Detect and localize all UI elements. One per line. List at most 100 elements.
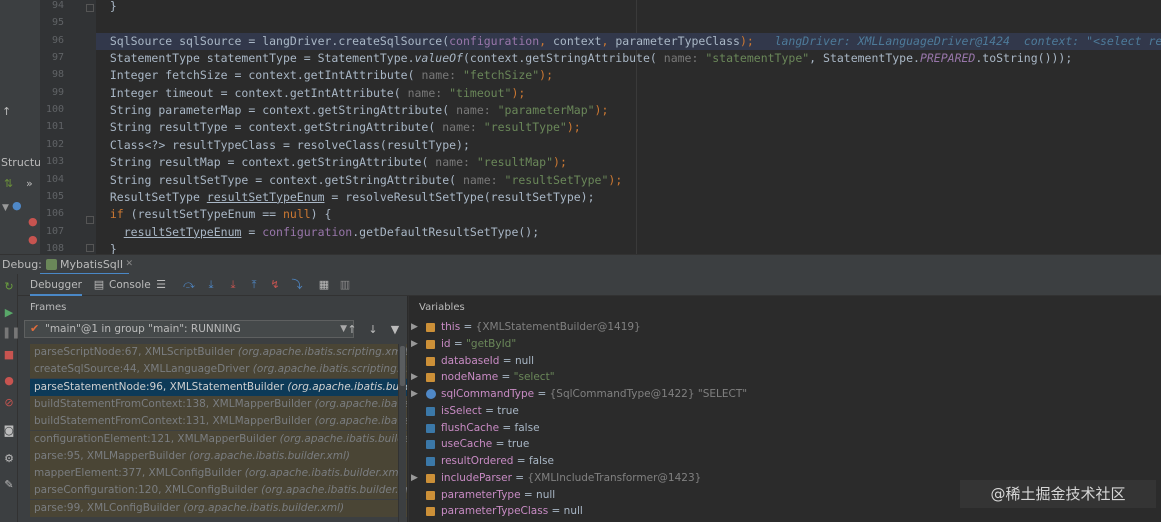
expand-arrow-icon[interactable]: ▶ <box>411 336 418 353</box>
expand-arrow-icon[interactable]: ▶ <box>411 386 418 403</box>
frame-package: (org.apache.ibatis.builder.xml) <box>314 415 407 428</box>
step-over-icon[interactable]: ⤓ <box>204 278 218 292</box>
line-number[interactable]: 101 <box>40 121 64 132</box>
frame-item[interactable]: buildStatementFromContext:131, XMLMapper… <box>30 413 407 431</box>
prim-icon <box>426 457 435 466</box>
frames-scrollbar[interactable] <box>398 344 406 522</box>
line-number[interactable]: 95 <box>40 17 64 28</box>
settings-icon[interactable]: ⚙ <box>2 452 16 466</box>
frame-item-selected[interactable]: parseStatementNode:96, XMLStatementBuild… <box>30 378 407 396</box>
line-number[interactable]: 97 <box>40 52 64 63</box>
frame-package: (org.apache.ibatis.builder.xml) <box>189 449 350 462</box>
view-breakpoints-icon[interactable]: ● <box>2 374 16 388</box>
line-number[interactable]: 103 <box>40 156 64 167</box>
code-line[interactable]: } <box>96 0 1161 15</box>
structure-tab-label[interactable]: Structu <box>1 156 41 169</box>
line-number[interactable]: 98 <box>40 69 64 80</box>
code-token: ); <box>553 155 567 170</box>
up-arrow-icon[interactable]: ↑ <box>345 323 359 337</box>
line-number[interactable]: 94 <box>40 0 64 11</box>
code-line[interactable]: Class<?> resultTypeClass = resolveClass(… <box>96 137 1161 154</box>
code-editor[interactable]: } SqlSource sqlSource = langDriver.creat… <box>96 0 1161 254</box>
mute-breakpoints-icon[interactable]: ⊘ <box>2 396 16 410</box>
fold-icon[interactable] <box>86 4 94 12</box>
frame-item[interactable]: configurationElement:121, XMLMapperBuild… <box>30 430 407 448</box>
code-line[interactable]: resultSetTypeEnum = configuration.getDef… <box>96 224 1161 241</box>
frame-item[interactable]: createSqlSource:44, XMLLanguageDriver (o… <box>30 361 407 379</box>
line-number[interactable]: 102 <box>40 139 64 150</box>
close-icon[interactable]: ✕ <box>126 259 134 269</box>
line-number[interactable]: 104 <box>40 174 64 185</box>
code-line[interactable] <box>96 15 1161 32</box>
stop-icon[interactable]: ■ <box>2 348 16 362</box>
down-arrow-icon[interactable]: ↓ <box>366 323 380 337</box>
variable-text: flushCache = false <box>441 420 540 437</box>
show-execution-point-icon[interactable]: ⤼ <box>182 278 196 292</box>
check-icon: ✔ <box>30 322 40 335</box>
expand-arrow-icon[interactable]: ▶ <box>411 319 418 336</box>
camera-icon[interactable]: ◙ <box>2 424 16 438</box>
layout-icon[interactable]: ▥ <box>338 278 352 292</box>
code-token: "resultSetType" <box>504 172 609 187</box>
line-number[interactable]: 106 <box>40 208 64 219</box>
code-line[interactable]: String parameterMap = context.getStringA… <box>96 102 1161 119</box>
variable-value: false <box>528 455 554 467</box>
code-line[interactable]: } <box>96 241 1161 254</box>
step-into-icon[interactable]: ⤓ <box>226 278 240 292</box>
frame-item[interactable]: parseScriptNode:67, XMLScriptBuilder (or… <box>30 344 407 361</box>
drop-frame-icon[interactable]: ↯ <box>268 278 282 292</box>
line-number[interactable]: 108 <box>40 243 64 254</box>
code-line[interactable]: StatementType statementType = StatementT… <box>96 50 1161 67</box>
equals-sign: = <box>481 404 498 417</box>
code-token: name: <box>462 172 505 187</box>
run-to-cursor-icon[interactable]: ⤵ <box>290 278 304 292</box>
filter-icon[interactable]: ▼ <box>388 323 402 337</box>
sort-icon[interactable]: ⇅ <box>4 178 13 190</box>
code-line[interactable]: String resultType = context.getStringAtt… <box>96 119 1161 136</box>
frame-item[interactable]: buildStatementFromContext:138, XMLMapper… <box>30 395 407 413</box>
frame-item[interactable]: parse:99, XMLConfigBuilder (org.apache.i… <box>30 499 407 517</box>
pause-icon[interactable]: ❚❚ <box>2 326 20 340</box>
frame-method: createSqlSource:44, XMLLanguageDriver <box>34 363 253 376</box>
rerun-icon[interactable]: ↻ <box>2 280 16 294</box>
frame-item[interactable]: parse:95, XMLMapperBuilder (org.apache.i… <box>30 447 407 465</box>
line-number[interactable]: 99 <box>40 87 64 98</box>
current-execution-line[interactable]: SqlSource sqlSource = langDriver.createS… <box>96 32 1161 50</box>
scrollbar-thumb[interactable] <box>400 346 405 386</box>
expand-arrow-icon[interactable]: ▶ <box>411 470 418 487</box>
expand-arrow-icon[interactable]: ▶ <box>411 369 418 386</box>
code-line[interactable]: if (resultSetTypeEnum == null) { <box>96 206 1161 223</box>
code-line[interactable]: String resultMap = context.getStringAttr… <box>96 154 1161 171</box>
more-icon[interactable]: » <box>26 178 33 190</box>
evaluate-expression-icon[interactable]: ▦ <box>317 278 331 292</box>
fold-icon[interactable] <box>86 216 94 224</box>
frame-item[interactable]: parseConfiguration:120, XMLConfigBuilder… <box>30 482 407 500</box>
arrow-icon[interactable]: ↑ <box>2 106 11 118</box>
tab-debugger[interactable]: Debugger <box>30 274 82 296</box>
code-line[interactable]: Integer fetchSize = context.getIntAttrib… <box>96 67 1161 84</box>
expand-arrow-icon[interactable]: ▼ <box>2 202 9 214</box>
code-token: SqlSource sqlSource = langDriver.createS… <box>109 33 450 48</box>
line-number[interactable]: 105 <box>40 191 64 202</box>
debug-session-tab[interactable]: MybatisSqlI ✕ <box>40 255 133 275</box>
menu-icon[interactable]: ☰ <box>154 278 168 292</box>
force-step-into-icon[interactable]: ⤒ <box>247 278 261 292</box>
field-icon <box>426 473 435 483</box>
variable-value: {SqlCommandType@1422} "SELECT" <box>549 388 748 400</box>
thread-selector[interactable]: ✔ "main"@1 in group "main": RUNNING ▼ <box>24 320 354 338</box>
variable-name: flushCache <box>441 421 500 434</box>
frame-package: (org.apache.ibatis.builder.xml) <box>287 380 407 393</box>
line-number[interactable]: 96 <box>40 35 64 46</box>
variable-name: databaseId <box>441 354 500 367</box>
pin-icon[interactable]: ✎ <box>2 478 16 492</box>
line-number[interactable]: 107 <box>40 226 64 237</box>
code-line[interactable]: ResultSetType resultSetTypeEnum = resolv… <box>96 189 1161 206</box>
code-token: "parameterMap" <box>497 103 595 118</box>
tab-console[interactable]: Console <box>109 274 151 296</box>
code-line[interactable]: Integer timeout = context.getIntAttribut… <box>96 85 1161 102</box>
code-line[interactable]: String resultSetType = context.getString… <box>96 172 1161 189</box>
resume-icon[interactable]: ▶ <box>2 306 16 320</box>
line-number[interactable]: 100 <box>40 104 64 115</box>
fold-icon[interactable] <box>86 244 94 252</box>
frame-item[interactable]: mapperElement:377, XMLConfigBuilder (org… <box>30 465 407 483</box>
